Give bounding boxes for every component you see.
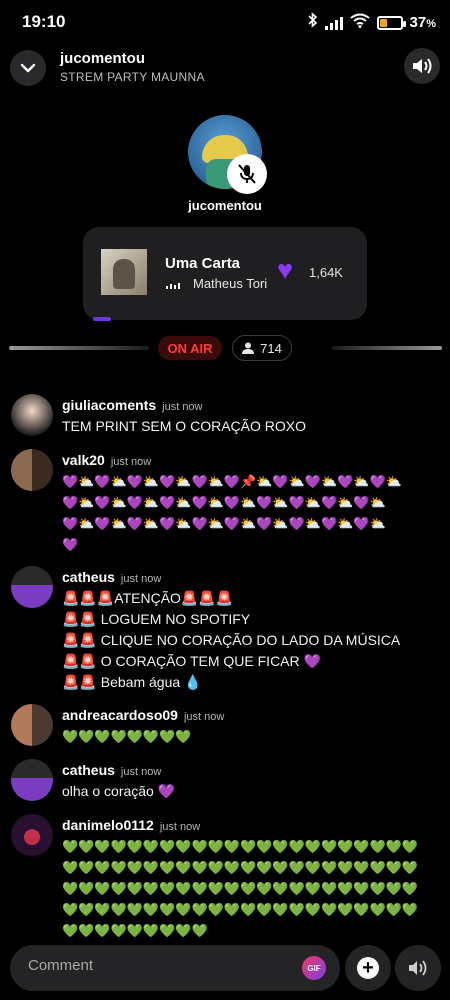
add-button[interactable]: + xyxy=(345,945,391,991)
divider xyxy=(9,346,149,350)
host-name: jucomentou xyxy=(188,198,262,213)
mic-off-icon xyxy=(238,164,256,184)
chat-text: 💜⛅💜⛅💜⛅💜⛅💜⛅💜📌⛅💜⛅💜⛅💜⛅💜⛅ 💜⛅💜⛅💜⛅💜⛅💜⛅💜⛅💜⛅💜⛅💜⛅… xyxy=(62,474,402,552)
chat-timestamp: just now xyxy=(110,456,152,468)
gif-button[interactable]: GIF xyxy=(302,956,326,980)
chat-timestamp: just now xyxy=(183,711,225,723)
heart-icon[interactable]: ♥ xyxy=(277,257,293,284)
header: jucomentou STREM PARTY MAUNNA xyxy=(0,46,450,90)
wifi-icon xyxy=(349,13,370,33)
song-title: Uma Carta xyxy=(165,255,241,272)
speaker-button[interactable] xyxy=(395,945,441,991)
bluetooth-icon xyxy=(307,12,318,33)
status-icons: 37% xyxy=(307,12,436,33)
speaker-icon xyxy=(413,58,432,74)
viewer-count-value: 714 xyxy=(260,340,282,356)
room-name: STREM PARTY MAUNNA xyxy=(60,70,205,84)
chat-text: 💚💚💚💚💚💚💚💚💚💚💚💚💚💚💚💚💚💚💚💚💚💚 💚💚💚💚💚💚💚💚💚💚💚💚💚💚💚💚💚… xyxy=(62,839,419,938)
equalizer-icon xyxy=(166,281,180,289)
avatar[interactable] xyxy=(11,394,53,436)
now-playing-card[interactable]: Uma Carta Matheus Tori ♥ 1,64K xyxy=(83,227,367,320)
chat-username[interactable]: catheus just now xyxy=(62,569,161,585)
chat-username[interactable]: danimelo0112 just now xyxy=(62,817,200,833)
avatar[interactable] xyxy=(11,814,53,856)
chat-username[interactable]: catheus just now xyxy=(62,762,161,778)
status-bar: 19:10 37% xyxy=(0,0,450,44)
battery-percent: 37% xyxy=(409,14,436,31)
avatar[interactable] xyxy=(11,449,53,491)
collapse-button[interactable] xyxy=(10,50,46,86)
battery-icon xyxy=(376,15,406,30)
divider xyxy=(332,346,442,350)
chat-text: olha o coração 💜 xyxy=(62,783,176,799)
album-art xyxy=(101,249,147,295)
status-time: 19:10 xyxy=(22,12,66,31)
song-artist: Matheus Tori xyxy=(193,276,267,291)
card-indicator xyxy=(93,317,111,321)
chat-timestamp: just now xyxy=(120,573,162,585)
chat-text: 💚💚💚💚💚💚💚💚 xyxy=(62,729,192,744)
like-count: 1,64K xyxy=(309,265,343,280)
chat-timestamp: just now xyxy=(162,401,203,413)
sound-toggle-button[interactable] xyxy=(404,48,440,84)
chat-text: 🚨🚨🚨ATENÇÃO🚨🚨🚨 🚨🚨 LOGUEM NO SPOTIFY 🚨🚨 CL… xyxy=(62,590,401,690)
on-air-badge: ON AIR xyxy=(158,336,222,360)
plus-icon: + xyxy=(357,957,379,979)
comment-input[interactable] xyxy=(28,957,288,974)
chat-username[interactable]: andreacardoso09 just now xyxy=(62,707,224,723)
signal-icon xyxy=(324,16,343,30)
avatar[interactable] xyxy=(11,704,53,746)
chat-username[interactable]: valk20 just now xyxy=(62,452,151,468)
avatar[interactable] xyxy=(11,566,53,608)
chat-timestamp: just now xyxy=(159,821,201,833)
viewer-count[interactable]: 714 xyxy=(232,335,292,361)
chat-timestamp: just now xyxy=(120,766,162,778)
speaker-icon xyxy=(409,960,427,976)
person-icon xyxy=(242,342,255,354)
chat-username[interactable]: giuliacoments just now xyxy=(62,397,203,413)
battery-level xyxy=(379,18,387,27)
avatar[interactable] xyxy=(11,759,53,801)
comment-composer[interactable]: GIF xyxy=(10,945,340,991)
chat-text: TEM PRINT SEM O CORAÇÃO ROXO xyxy=(62,418,306,434)
chevron-down-icon xyxy=(20,63,36,73)
room-host-title: jucomentou xyxy=(60,50,145,67)
mute-badge xyxy=(227,154,267,194)
